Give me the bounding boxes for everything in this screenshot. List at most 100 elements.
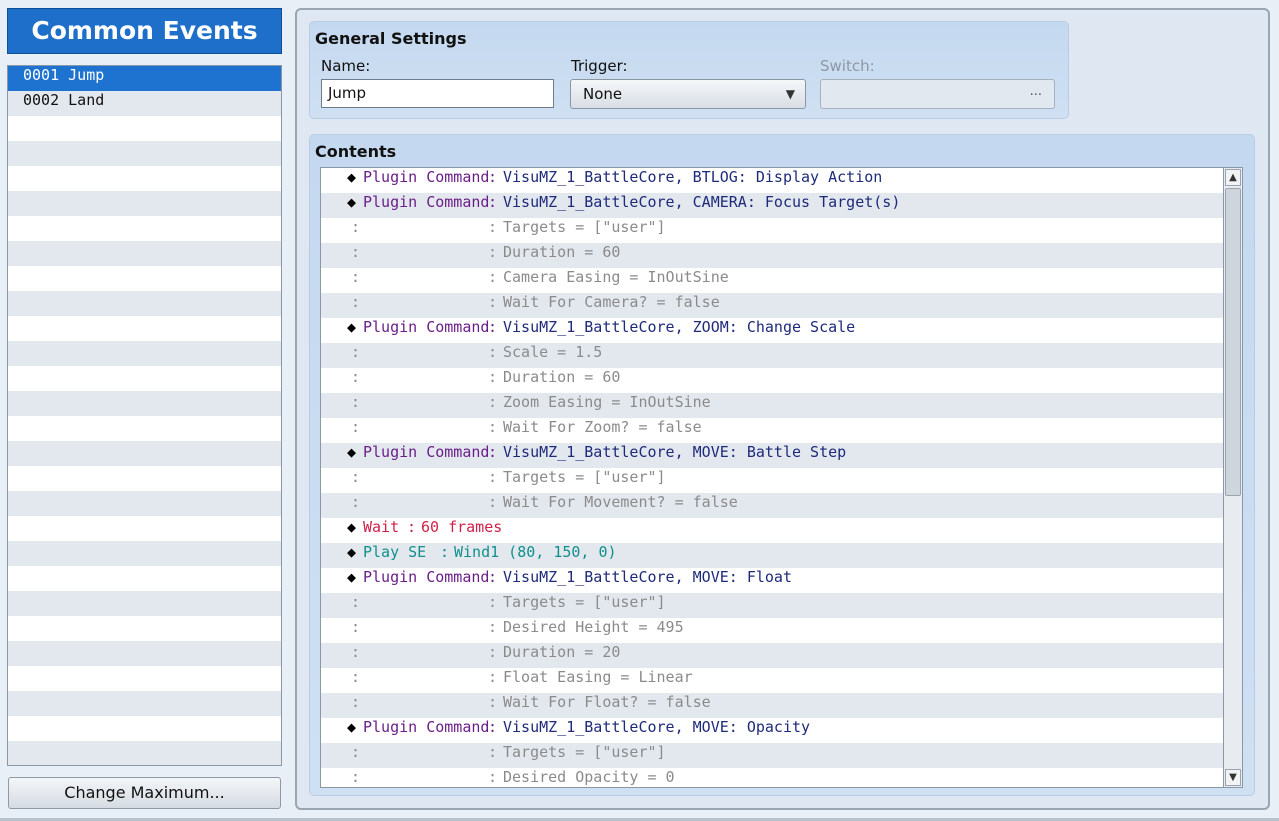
trigger-label: Trigger:: [571, 57, 628, 75]
command-argument: Wind1 (80, 150, 0): [454, 543, 617, 561]
command-row[interactable]: :: Wait For Zoom? = false: [321, 418, 1223, 443]
command-argument: Targets = ["user"]: [503, 743, 666, 761]
event-id: 0002: [23, 91, 60, 109]
event-list-empty-row[interactable]: [8, 266, 281, 291]
common-events-list[interactable]: 0001 Jump 0002 Land: [7, 65, 282, 766]
trigger-select[interactable]: None ▼: [570, 79, 806, 109]
arg-separator: :: [440, 543, 450, 561]
event-list-empty-row[interactable]: [8, 391, 281, 416]
command-argument: Desired Height = 495: [503, 618, 684, 636]
command-row[interactable]: :: Duration = 60: [321, 368, 1223, 393]
command-row[interactable]: :: Desired Opacity = 0: [321, 768, 1223, 787]
arg-separator: :: [488, 318, 498, 336]
command-row[interactable]: :: Zoom Easing = InOutSine: [321, 393, 1223, 418]
command-row[interactable]: ◆ Wait:60 frames: [321, 518, 1223, 543]
event-list-empty-row[interactable]: [8, 141, 281, 166]
event-name: Land: [68, 91, 105, 109]
event-list-empty-row[interactable]: [8, 341, 281, 366]
command-argument: Duration = 60: [503, 243, 621, 261]
command-row[interactable]: :: Duration = 60: [321, 243, 1223, 268]
scrollbar-thumb[interactable]: [1225, 188, 1241, 496]
command-diamond-icon: ◆: [347, 543, 357, 561]
event-list-empty-row[interactable]: [8, 466, 281, 491]
arg-separator: :: [488, 368, 498, 386]
event-list-empty-row[interactable]: [8, 691, 281, 716]
command-row[interactable]: :: Targets = ["user"]: [321, 593, 1223, 618]
continuation-marker: :: [351, 493, 361, 511]
continuation-marker: :: [351, 268, 361, 286]
scroll-up-arrow-icon[interactable]: ▲: [1225, 169, 1241, 186]
event-list-empty-row[interactable]: [8, 716, 281, 741]
event-list-empty-row[interactable]: [8, 641, 281, 666]
arg-separator: :: [488, 193, 498, 211]
event-list-empty-row[interactable]: [8, 241, 281, 266]
command-name: Plugin Command: [363, 193, 490, 211]
event-list-empty-row[interactable]: [8, 416, 281, 441]
event-list-empty-row[interactable]: [8, 316, 281, 341]
event-list-empty-row[interactable]: [8, 516, 281, 541]
command-row[interactable]: :: Wait For Movement? = false: [321, 493, 1223, 518]
event-list-empty-row[interactable]: [8, 541, 281, 566]
arg-separator: :: [488, 718, 498, 736]
command-argument: VisuMZ_1_BattleCore, MOVE: Battle Step: [503, 443, 847, 461]
command-argument: Float Easing = Linear: [503, 668, 693, 686]
command-row[interactable]: ◆ Plugin Command: VisuMZ_1_BattleCore, CAM…: [321, 193, 1223, 218]
command-row[interactable]: ◆ Plugin Command: VisuMZ_1_BattleCore, ZOO…: [321, 318, 1223, 343]
event-list-item[interactable]: 0002 Land: [8, 91, 281, 116]
event-list-empty-row[interactable]: [8, 741, 281, 765]
event-list-empty-row[interactable]: [8, 166, 281, 191]
command-row[interactable]: :: Scale = 1.5: [321, 343, 1223, 368]
command-row[interactable]: :: Wait For Camera? = false: [321, 293, 1223, 318]
arg-separator: :: [488, 443, 498, 461]
event-list-empty-row[interactable]: [8, 116, 281, 141]
arg-separator: :: [488, 618, 498, 636]
event-list-empty-row[interactable]: [8, 291, 281, 316]
event-list-empty-row[interactable]: [8, 366, 281, 391]
arg-separator: :: [488, 418, 498, 436]
command-row[interactable]: :: Float Easing = Linear: [321, 668, 1223, 693]
command-row[interactable]: :: Camera Easing = InOutSine: [321, 268, 1223, 293]
command-row[interactable]: :: Wait For Float? = false: [321, 693, 1223, 718]
continuation-marker: :: [351, 668, 361, 686]
command-argument: Targets = ["user"]: [503, 468, 666, 486]
general-settings-title: General Settings: [315, 29, 467, 48]
command-list-scrollbar[interactable]: ▲ ▼: [1224, 167, 1243, 788]
event-list-empty-row[interactable]: [8, 441, 281, 466]
command-name: Plugin Command: [363, 443, 490, 461]
command-row[interactable]: ◆ Plugin Command: VisuMZ_1_BattleCore, BTL…: [321, 168, 1223, 193]
command-argument: VisuMZ_1_BattleCore, MOVE: Float: [503, 568, 792, 586]
command-row[interactable]: :: Duration = 20: [321, 643, 1223, 668]
event-list-empty-row[interactable]: [8, 566, 281, 591]
command-argument: Wait For Float? = false: [503, 693, 711, 711]
event-list-empty-row[interactable]: [8, 666, 281, 691]
event-list-item[interactable]: 0001 Jump: [8, 66, 281, 91]
event-list-empty-row[interactable]: [8, 616, 281, 641]
command-row[interactable]: :: Targets = ["user"]: [321, 468, 1223, 493]
continuation-marker: :: [351, 243, 361, 261]
continuation-marker: :: [351, 368, 361, 386]
command-row[interactable]: ◆ Plugin Command: VisuMZ_1_BattleCore, MOV…: [321, 718, 1223, 743]
command-name: Plugin Command: [363, 718, 490, 736]
event-list-empty-row[interactable]: [8, 591, 281, 616]
arg-separator: :: [488, 743, 498, 761]
event-list-empty-row[interactable]: [8, 491, 281, 516]
arg-separator: :: [488, 293, 498, 311]
event-list-empty-row[interactable]: [8, 216, 281, 241]
command-list[interactable]: ◆ Plugin Command: VisuMZ_1_BattleCore, BTL…: [320, 167, 1224, 788]
command-row[interactable]: ◆ Plugin Command: VisuMZ_1_BattleCore, MOV…: [321, 568, 1223, 593]
command-row[interactable]: ◆ Play SE: Wind1 (80, 150, 0): [321, 543, 1223, 568]
continuation-marker: :: [351, 218, 361, 236]
command-row[interactable]: :: Targets = ["user"]: [321, 218, 1223, 243]
name-input[interactable]: Jump: [321, 79, 554, 108]
command-row[interactable]: ◆ Plugin Command: VisuMZ_1_BattleCore, MOV…: [321, 443, 1223, 468]
command-name: Plugin Command: [363, 318, 490, 336]
event-list-empty-row[interactable]: [8, 191, 281, 216]
scroll-down-arrow-icon[interactable]: ▼: [1225, 769, 1241, 786]
change-maximum-button[interactable]: Change Maximum...: [8, 777, 281, 809]
command-row[interactable]: :: Targets = ["user"]: [321, 743, 1223, 768]
command-argument: VisuMZ_1_BattleCore, CAMERA: Focus Targe…: [503, 193, 901, 211]
command-name: Wait: [363, 518, 400, 536]
arg-separator: :: [488, 343, 498, 361]
command-argument: Wait For Camera? = false: [503, 293, 720, 311]
command-row[interactable]: :: Desired Height = 495: [321, 618, 1223, 643]
